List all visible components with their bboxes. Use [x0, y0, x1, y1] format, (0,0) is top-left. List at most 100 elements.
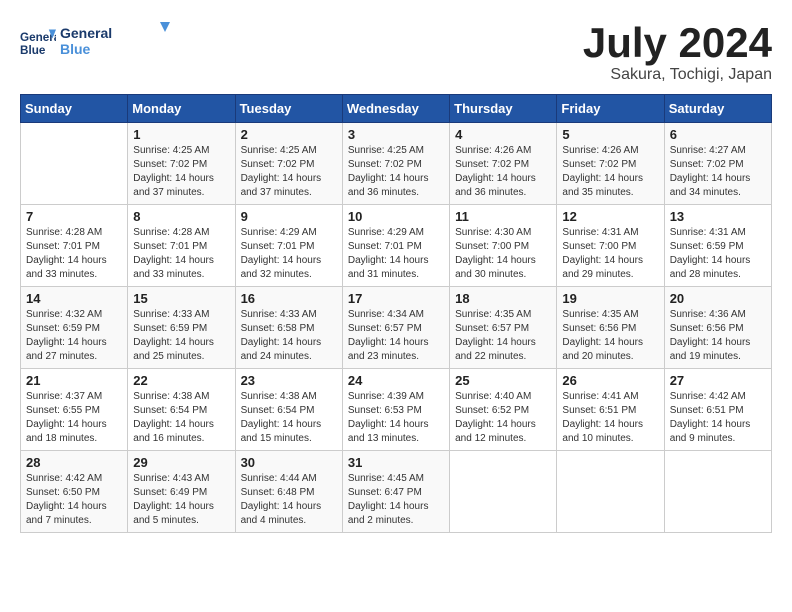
calendar-cell: 12Sunrise: 4:31 AMSunset: 7:00 PMDayligh… — [557, 205, 664, 287]
calendar-cell: 8Sunrise: 4:28 AMSunset: 7:01 PMDaylight… — [128, 205, 235, 287]
calendar-week-row: 7Sunrise: 4:28 AMSunset: 7:01 PMDaylight… — [21, 205, 772, 287]
calendar-cell: 22 Sunrise: 4:38 AMSunset: 6:54 PMDayligh… — [128, 369, 235, 451]
weekday-header: Thursday — [450, 95, 557, 123]
calendar-cell: 6Sunrise: 4:27 AMSunset: 7:02 PMDaylight… — [664, 123, 771, 205]
day-number: 21 — [26, 373, 122, 388]
svg-text:Blue: Blue — [20, 43, 46, 56]
day-info: Sunrise: 4:26 AMSunset: 7:02 PMDaylight:… — [562, 144, 658, 200]
day-info: Sunrise: 4:44 AMSunset: 6:48 PMDaylight:… — [241, 472, 337, 528]
calendar-cell: 10 Sunrise: 4:29 AMSunset: 7:01 PMDayligh… — [342, 205, 449, 287]
weekday-header: Friday — [557, 95, 664, 123]
day-number: 13 — [670, 209, 766, 224]
day-number: 9 — [241, 209, 337, 224]
logo-icon: General Blue — [20, 25, 56, 61]
calendar-cell: 15 Sunrise: 4:33 AMSunset: 6:59 PMDayligh… — [128, 287, 235, 369]
day-number: 14 — [26, 291, 122, 306]
day-number: 20 — [670, 291, 766, 306]
calendar-cell: 13 Sunrise: 4:31 AMSunset: 6:59 PMDayligh… — [664, 205, 771, 287]
day-info: Sunrise: 4:28 AMSunset: 7:01 PMDaylight:… — [26, 226, 122, 282]
day-number: 12 — [562, 209, 658, 224]
calendar-table: SundayMondayTuesdayWednesdayThursdayFrid… — [20, 94, 772, 533]
calendar-week-row: 21 Sunrise: 4:37 AMSunset: 6:55 PMDayligh… — [21, 369, 772, 451]
calendar-cell — [21, 123, 128, 205]
calendar-week-row: 28 Sunrise: 4:42 AMSunset: 6:50 PMDayligh… — [21, 451, 772, 533]
logo: General Blue General Blue — [20, 20, 170, 65]
day-number: 25 — [455, 373, 551, 388]
calendar-cell: 19 Sunrise: 4:35 AMSunset: 6:56 PMDayligh… — [557, 287, 664, 369]
day-info: Sunrise: 4:29 AMSunset: 7:01 PMDaylight:… — [348, 226, 444, 282]
day-number: 17 — [348, 291, 444, 306]
day-info: Sunrise: 4:41 AMSunset: 6:51 PMDaylight:… — [562, 390, 658, 446]
page-header: General Blue General Blue July 2024 Saku… — [20, 20, 772, 84]
calendar-cell: 29Sunrise: 4:43 AMSunset: 6:49 PMDayligh… — [128, 451, 235, 533]
day-number: 16 — [241, 291, 337, 306]
weekday-header-row: SundayMondayTuesdayWednesdayThursdayFrid… — [21, 95, 772, 123]
day-number: 5 — [562, 127, 658, 142]
calendar-cell: 9 Sunrise: 4:29 AMSunset: 7:01 PMDaylight… — [235, 205, 342, 287]
weekday-header: Monday — [128, 95, 235, 123]
day-number: 19 — [562, 291, 658, 306]
calendar-cell: 31Sunrise: 4:45 AMSunset: 6:47 PMDayligh… — [342, 451, 449, 533]
day-number: 1 — [133, 127, 229, 142]
day-info: Sunrise: 4:37 AMSunset: 6:55 PMDaylight:… — [26, 390, 122, 446]
day-info: Sunrise: 4:38 AMSunset: 6:54 PMDaylight:… — [133, 390, 229, 446]
calendar-cell: 23 Sunrise: 4:38 AMSunset: 6:54 PMDayligh… — [235, 369, 342, 451]
day-info: Sunrise: 4:31 AMSunset: 6:59 PMDaylight:… — [670, 226, 766, 282]
day-number: 4 — [455, 127, 551, 142]
day-number: 10 — [348, 209, 444, 224]
weekday-header: Wednesday — [342, 95, 449, 123]
calendar-cell: 24Sunrise: 4:39 AMSunset: 6:53 PMDayligh… — [342, 369, 449, 451]
day-number: 22 — [133, 373, 229, 388]
day-number: 23 — [241, 373, 337, 388]
calendar-cell: 3 Sunrise: 4:25 AMSunset: 7:02 PMDaylight… — [342, 123, 449, 205]
day-info: Sunrise: 4:39 AMSunset: 6:53 PMDaylight:… — [348, 390, 444, 446]
calendar-cell: 17 Sunrise: 4:34 AMSunset: 6:57 PMDayligh… — [342, 287, 449, 369]
calendar-cell: 7Sunrise: 4:28 AMSunset: 7:01 PMDaylight… — [21, 205, 128, 287]
day-info: Sunrise: 4:32 AMSunset: 6:59 PMDaylight:… — [26, 308, 122, 364]
calendar-cell: 30 Sunrise: 4:44 AMSunset: 6:48 PMDayligh… — [235, 451, 342, 533]
day-info: Sunrise: 4:42 AMSunset: 6:50 PMDaylight:… — [26, 472, 122, 528]
logo-text: General Blue — [60, 20, 170, 65]
title-block: July 2024 Sakura, Tochigi, Japan — [583, 20, 772, 84]
calendar-cell: 1 Sunrise: 4:25 AMSunset: 7:02 PMDaylight… — [128, 123, 235, 205]
calendar-cell: 11 Sunrise: 4:30 AMSunset: 7:00 PMDayligh… — [450, 205, 557, 287]
day-number: 2 — [241, 127, 337, 142]
day-info: Sunrise: 4:33 AMSunset: 6:58 PMDaylight:… — [241, 308, 337, 364]
day-info: Sunrise: 4:35 AMSunset: 6:56 PMDaylight:… — [562, 308, 658, 364]
weekday-header: Tuesday — [235, 95, 342, 123]
day-number: 8 — [133, 209, 229, 224]
weekday-header: Sunday — [21, 95, 128, 123]
day-number: 29 — [133, 455, 229, 470]
calendar-cell: 5 Sunrise: 4:26 AMSunset: 7:02 PMDaylight… — [557, 123, 664, 205]
svg-text:Blue: Blue — [60, 41, 91, 57]
calendar-cell: 4 Sunrise: 4:26 AMSunset: 7:02 PMDaylight… — [450, 123, 557, 205]
day-info: Sunrise: 4:25 AMSunset: 7:02 PMDaylight:… — [133, 144, 229, 200]
day-number: 26 — [562, 373, 658, 388]
calendar-cell: 21 Sunrise: 4:37 AMSunset: 6:55 PMDayligh… — [21, 369, 128, 451]
day-info: Sunrise: 4:29 AMSunset: 7:01 PMDaylight:… — [241, 226, 337, 282]
day-number: 18 — [455, 291, 551, 306]
month-title: July 2024 — [583, 20, 772, 66]
day-info: Sunrise: 4:38 AMSunset: 6:54 PMDaylight:… — [241, 390, 337, 446]
day-info: Sunrise: 4:30 AMSunset: 7:00 PMDaylight:… — [455, 226, 551, 282]
day-number: 15 — [133, 291, 229, 306]
day-info: Sunrise: 4:27 AMSunset: 7:02 PMDaylight:… — [670, 144, 766, 200]
day-number: 31 — [348, 455, 444, 470]
day-number: 28 — [26, 455, 122, 470]
day-info: Sunrise: 4:34 AMSunset: 6:57 PMDaylight:… — [348, 308, 444, 364]
day-number: 11 — [455, 209, 551, 224]
calendar-cell: 27Sunrise: 4:42 AMSunset: 6:51 PMDayligh… — [664, 369, 771, 451]
day-info: Sunrise: 4:35 AMSunset: 6:57 PMDaylight:… — [455, 308, 551, 364]
calendar-cell: 2Sunrise: 4:25 AMSunset: 7:02 PMDaylight… — [235, 123, 342, 205]
day-number: 3 — [348, 127, 444, 142]
calendar-cell: 28 Sunrise: 4:42 AMSunset: 6:50 PMDayligh… — [21, 451, 128, 533]
day-number: 27 — [670, 373, 766, 388]
calendar-cell — [450, 451, 557, 533]
svg-text:General: General — [60, 25, 112, 41]
calendar-cell — [557, 451, 664, 533]
day-info: Sunrise: 4:26 AMSunset: 7:02 PMDaylight:… — [455, 144, 551, 200]
day-number: 30 — [241, 455, 337, 470]
calendar-cell — [664, 451, 771, 533]
day-info: Sunrise: 4:33 AMSunset: 6:59 PMDaylight:… — [133, 308, 229, 364]
day-info: Sunrise: 4:25 AMSunset: 7:02 PMDaylight:… — [348, 144, 444, 200]
